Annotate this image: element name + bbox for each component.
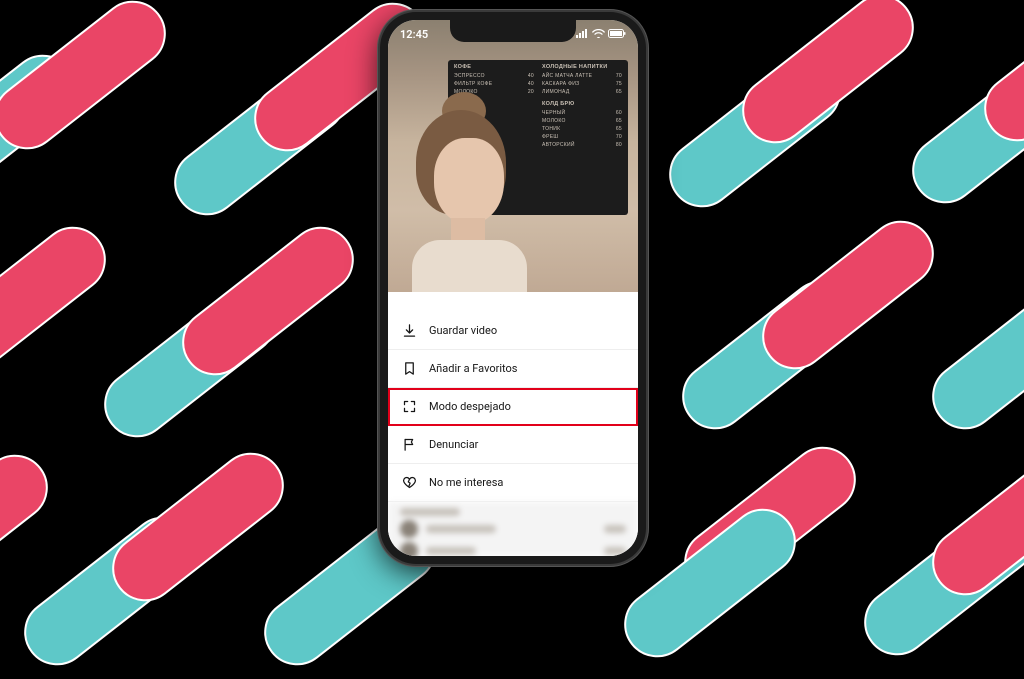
menu-label: No me interesa bbox=[429, 476, 503, 489]
menu-label: Guardar video bbox=[429, 324, 497, 337]
menu-add-favorites[interactable]: Añadir a Favoritos bbox=[388, 350, 638, 388]
bookmark-icon bbox=[402, 361, 417, 376]
bg-pill bbox=[729, 0, 927, 157]
bg-pill bbox=[0, 441, 61, 616]
phone-screen: 12:45 КОФЕ ЭСПРЕССО40 ФИЛЬТР КОФЕ40 bbox=[388, 20, 638, 556]
expand-icon bbox=[402, 399, 417, 414]
battery-icon bbox=[608, 28, 626, 41]
bg-pill bbox=[0, 0, 179, 163]
status-time: 12:45 bbox=[400, 28, 428, 41]
menu-label: Denunciar bbox=[429, 438, 478, 451]
phone-frame: 12:45 КОФЕ ЭСПРЕССО40 ФИЛЬТР КОФЕ40 bbox=[380, 12, 646, 564]
heart-broken-icon bbox=[402, 475, 417, 490]
bg-pill bbox=[169, 213, 367, 388]
menu-not-interested[interactable]: No me interesa bbox=[388, 464, 638, 502]
video-person bbox=[396, 110, 536, 292]
bg-pill bbox=[749, 207, 947, 382]
action-sheet: Guardar video Añadir a Favoritos Modo de… bbox=[388, 312, 638, 556]
download-icon bbox=[402, 323, 417, 338]
bg-pill bbox=[919, 267, 1024, 442]
phone-notch bbox=[450, 20, 576, 42]
menu-label: Añadir a Favoritos bbox=[429, 362, 517, 375]
menu-report[interactable]: Denunciar bbox=[388, 426, 638, 464]
video-content[interactable]: КОФЕ ЭСПРЕССО40 ФИЛЬТР КОФЕ40 МОЛОКО20 Х… bbox=[388, 20, 638, 292]
status-indicators bbox=[576, 28, 626, 41]
menu-label: Modo despejado bbox=[429, 400, 511, 413]
flag-icon bbox=[402, 437, 417, 452]
share-section-blurred bbox=[388, 502, 638, 556]
menu-save-video[interactable]: Guardar video bbox=[388, 312, 638, 350]
bg-pill bbox=[0, 213, 119, 388]
menu-clear-mode[interactable]: Modo despejado bbox=[388, 388, 638, 426]
signal-icon bbox=[576, 28, 589, 41]
wifi-icon bbox=[592, 28, 605, 41]
bg-pill bbox=[99, 439, 297, 614]
